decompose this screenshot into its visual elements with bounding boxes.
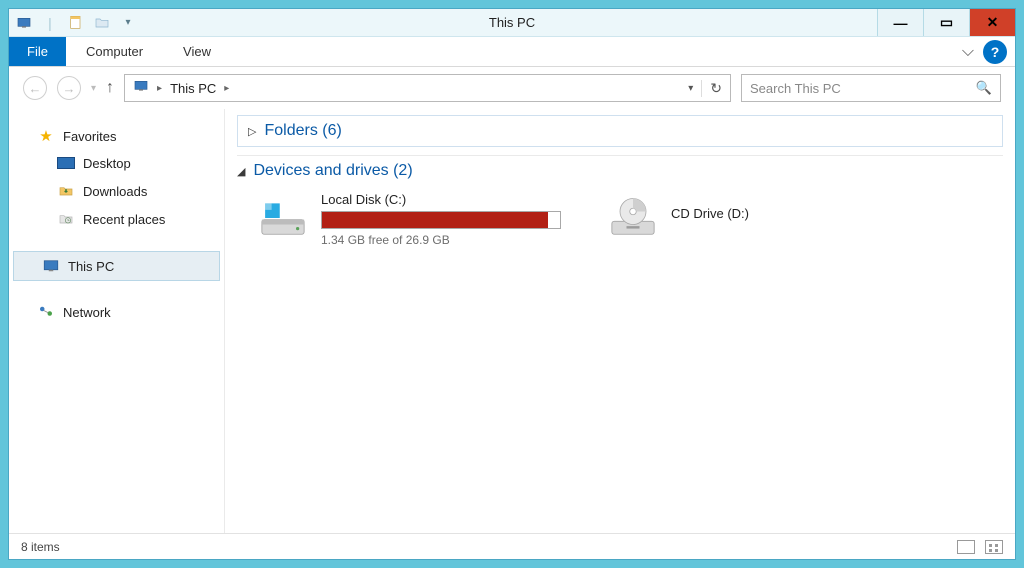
window-title: This PC — [9, 15, 1015, 30]
details-view-icon[interactable] — [957, 540, 975, 554]
section-title: Folders (6) — [264, 122, 341, 140]
tiles-view-icon[interactable] — [985, 540, 1003, 554]
qat-divider: | — [41, 14, 59, 32]
drive-name: CD Drive (D:) — [671, 206, 917, 221]
ribbon-collapse-icon[interactable]: ⌵ — [955, 37, 981, 66]
close-button[interactable]: ✕ — [969, 9, 1015, 36]
desktop-icon — [57, 154, 75, 172]
maximize-button[interactable]: ▭ — [923, 9, 969, 36]
breadcrumb-separator-icon[interactable]: ▸ — [157, 83, 162, 94]
sidebar-item-desktop[interactable]: Desktop — [9, 149, 224, 177]
quick-access-toolbar: | ▾ — [9, 14, 137, 32]
pc-breadcrumb-icon — [133, 78, 149, 99]
hard-drive-icon — [257, 192, 309, 244]
refresh-icon[interactable]: ↻ — [701, 80, 722, 97]
navigation-bar: ← → ▾ ↑ ▸ This PC ▸ ▾ ↻ Search This PC 🔍 — [9, 67, 1015, 109]
recent-places-icon — [57, 210, 75, 228]
collapse-icon[interactable]: ◢ — [237, 165, 245, 178]
drive-free-text: 1.34 GB free of 26.9 GB — [321, 233, 567, 247]
downloads-icon — [57, 182, 75, 200]
app-icon — [15, 14, 33, 32]
history-dropdown-icon[interactable]: ▾ — [91, 83, 96, 94]
sidebar-item-label: This PC — [68, 259, 114, 274]
properties-icon[interactable] — [67, 14, 85, 32]
breadcrumb-separator-icon[interactable]: ▸ — [224, 83, 229, 94]
up-button[interactable]: ↑ — [106, 79, 114, 97]
folders-section[interactable]: ▷ Folders (6) — [237, 115, 1003, 147]
drive-name: Local Disk (C:) — [321, 192, 567, 207]
navigation-pane: ★ Favorites Desktop Downloads — [9, 109, 225, 533]
new-folder-icon[interactable] — [93, 14, 111, 32]
breadcrumb-this-pc[interactable]: This PC — [170, 81, 216, 96]
title-bar: | ▾ This PC — ▭ ✕ — [9, 9, 1015, 37]
tab-computer[interactable]: Computer — [66, 37, 163, 66]
address-bar[interactable]: ▸ This PC ▸ ▾ ↻ — [124, 74, 731, 102]
back-button[interactable]: ← — [23, 76, 47, 100]
sidebar-item-label: Desktop — [83, 156, 131, 171]
qat-dropdown-icon[interactable]: ▾ — [119, 14, 137, 32]
drive-cd-d[interactable]: CD Drive (D:) — [607, 192, 917, 247]
sidebar-item-label: Recent places — [83, 212, 165, 227]
capacity-fill — [322, 212, 548, 228]
sidebar-item-this-pc[interactable]: This PC — [13, 251, 220, 281]
ribbon: File Computer View ⌵ ? — [9, 37, 1015, 67]
sidebar-item-network[interactable]: Network — [9, 299, 224, 325]
sidebar-item-label: Favorites — [63, 129, 116, 144]
minimize-button[interactable]: — — [877, 9, 923, 36]
capacity-bar — [321, 211, 561, 229]
view-switcher — [957, 540, 1003, 554]
status-bar: 8 items — [9, 533, 1015, 559]
tab-view[interactable]: View — [163, 37, 231, 66]
sidebar-item-favorites[interactable]: ★ Favorites — [9, 123, 224, 149]
drives-section-header[interactable]: ◢ Devices and drives (2) — [237, 162, 1003, 180]
cd-drive-icon — [607, 192, 659, 244]
search-icon[interactable]: 🔍 — [976, 80, 992, 96]
sidebar-item-label: Downloads — [83, 184, 147, 199]
favorites-group: ★ Favorites Desktop Downloads — [9, 123, 224, 233]
star-icon: ★ — [37, 127, 55, 145]
help-icon[interactable]: ? — [983, 40, 1007, 64]
sidebar-item-recent-places[interactable]: Recent places — [9, 205, 224, 233]
item-count: 8 items — [21, 540, 60, 554]
drive-local-disk-c[interactable]: Local Disk (C:) 1.34 GB free of 26.9 GB — [257, 192, 567, 247]
explorer-window: | ▾ This PC — ▭ ✕ File Computer View — [8, 8, 1016, 560]
sidebar-item-downloads[interactable]: Downloads — [9, 177, 224, 205]
search-placeholder: Search This PC — [750, 81, 841, 96]
body: ★ Favorites Desktop Downloads — [9, 109, 1015, 533]
content-pane: ▷ Folders (6) ◢ Devices and drives (2) — [225, 109, 1015, 533]
network-icon — [37, 303, 55, 321]
file-tab[interactable]: File — [9, 37, 66, 66]
sidebar-item-label: Network — [63, 305, 111, 320]
section-title: Devices and drives (2) — [253, 162, 412, 180]
expand-icon[interactable]: ▷ — [248, 125, 256, 138]
drives-section: ◢ Devices and drives (2) — [237, 155, 1003, 259]
address-dropdown-icon[interactable]: ▾ — [688, 83, 693, 94]
window-controls: — ▭ ✕ — [877, 9, 1015, 36]
pc-icon — [42, 257, 60, 275]
forward-button[interactable]: → — [57, 76, 81, 100]
thispc-group: This PC — [9, 251, 224, 281]
network-group: Network — [9, 299, 224, 325]
search-input[interactable]: Search This PC 🔍 — [741, 74, 1001, 102]
